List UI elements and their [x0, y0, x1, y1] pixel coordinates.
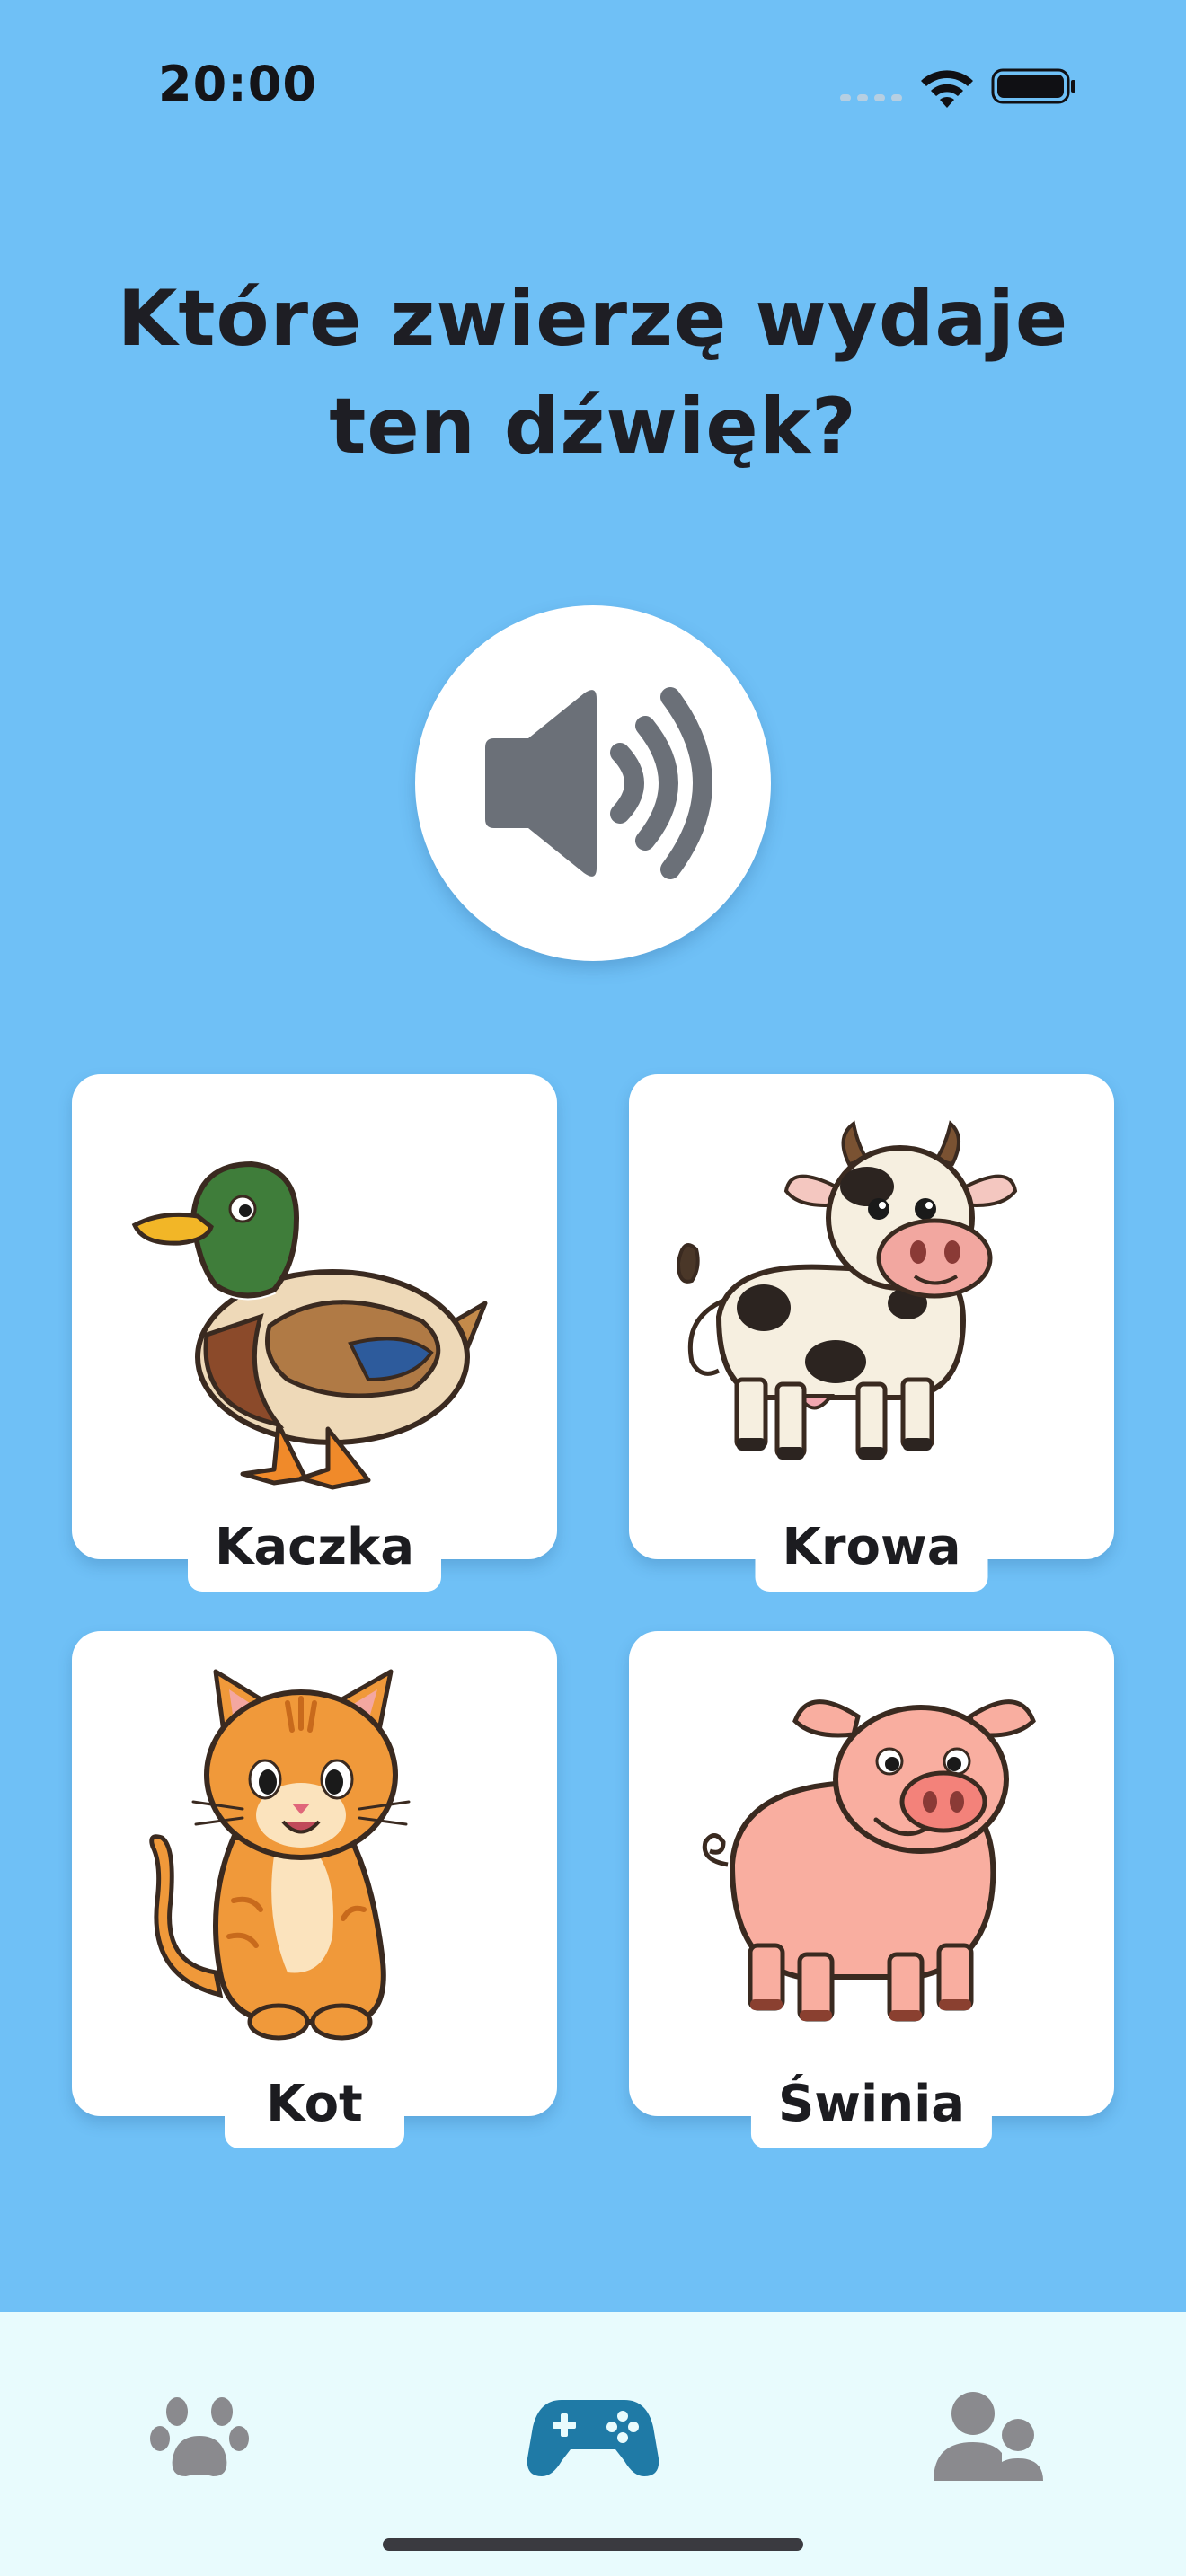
tab-games[interactable]	[512, 2355, 674, 2517]
gamepad-icon	[527, 2400, 659, 2476]
cellular-signal-icon	[840, 94, 902, 101]
answer-label: Kot	[266, 2074, 363, 2133]
tab-profile[interactable]	[907, 2355, 1069, 2517]
answer-card-duck[interactable]: Kaczka	[72, 1074, 557, 1592]
question-line-1: Które zwierzę wydaje	[117, 274, 1069, 364]
speaker-volume-icon	[485, 687, 712, 879]
answer-card-pig[interactable]: Świnia	[629, 1631, 1114, 2148]
answer-label: Świnia	[777, 2074, 966, 2133]
answer-card-cat[interactable]: Kot	[72, 1631, 557, 2148]
pig-illustration	[702, 1699, 1036, 2022]
answer-label-tab: Kaczka	[187, 1502, 442, 1592]
play-sound-button[interactable]	[415, 605, 771, 961]
battery-icon	[991, 68, 1075, 104]
cow-illustration	[676, 1120, 1018, 1460]
wifi-icon	[921, 70, 973, 108]
status-bar: 20:00	[0, 0, 1186, 171]
question-title: Które zwierzę wydaje ten dźwięk?	[90, 265, 1096, 481]
answer-label-tab: Świnia	[750, 2059, 993, 2148]
answer-label-tab: Kot	[225, 2059, 404, 2148]
users-icon	[934, 2392, 1043, 2481]
cat-illustration	[149, 1669, 411, 2041]
status-time: 20:00	[158, 56, 317, 112]
paw-icon	[150, 2397, 249, 2476]
duck-illustration	[131, 1160, 488, 1490]
answer-label: Krowa	[782, 1517, 961, 1576]
tab-animals[interactable]	[119, 2355, 280, 2517]
answer-card-cow[interactable]: Krowa	[629, 1074, 1114, 1592]
home-indicator	[383, 2538, 803, 2551]
answer-label-tab: Krowa	[755, 1502, 988, 1592]
tab-bar	[0, 2312, 1186, 2576]
question-line-2: ten dźwięk?	[329, 382, 857, 472]
answer-label: Kaczka	[214, 1517, 415, 1576]
